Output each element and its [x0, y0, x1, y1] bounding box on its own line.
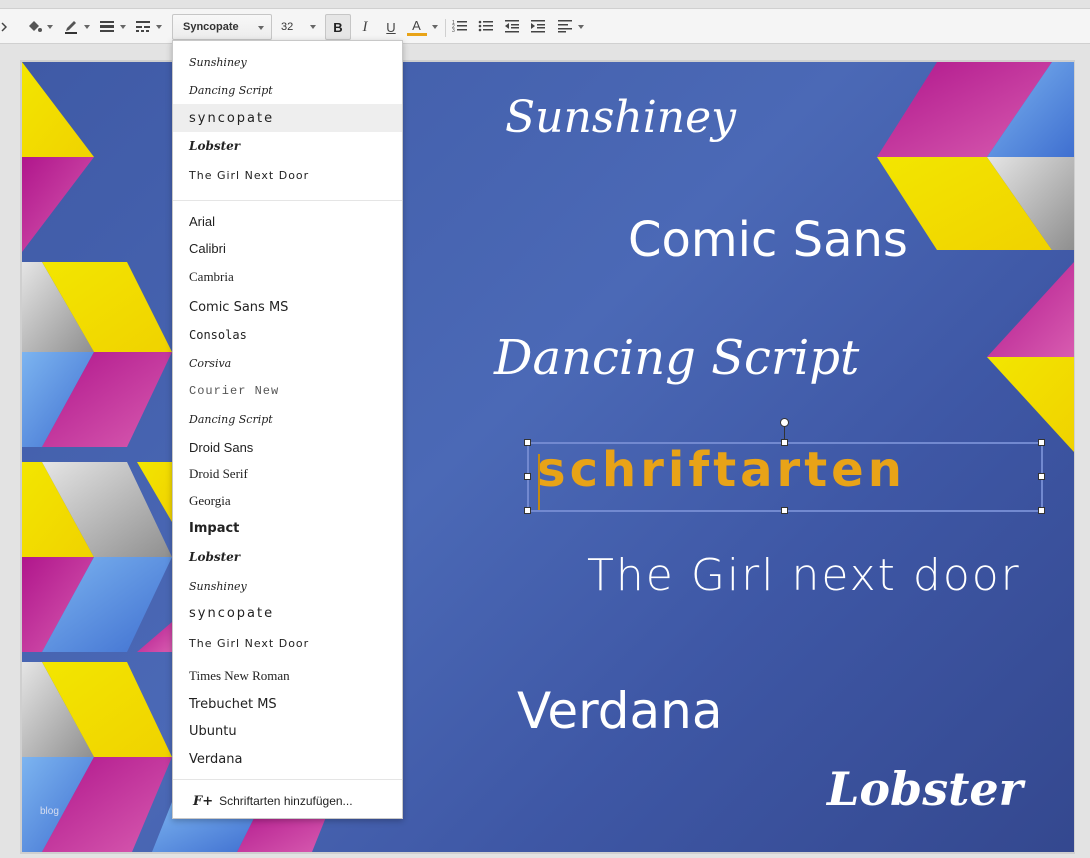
font-menu-item-corsiva[interactable]: Corsiva: [173, 349, 402, 377]
resize-handle-w[interactable]: [524, 473, 531, 480]
font-menu-item-lobster[interactable]: Lobster: [173, 132, 402, 160]
resize-handle-s[interactable]: [781, 507, 788, 514]
pen-icon: [63, 18, 79, 37]
font-menu-item-droid-serif[interactable]: Droid Serif: [173, 460, 402, 488]
font-menu-item-georgia[interactable]: Georgia: [173, 487, 402, 515]
font-menu-item-trebuchet-ms[interactable]: Trebuchet MS: [173, 690, 402, 718]
text-color-icon: A: [406, 19, 427, 36]
font-menu-item-ubuntu[interactable]: Ubuntu: [173, 717, 402, 745]
font-size-select[interactable]: 32: [276, 14, 321, 40]
font-menu-item-cambria[interactable]: Cambria: [173, 263, 402, 291]
line-weight-button[interactable]: [96, 15, 128, 39]
resize-handle-n[interactable]: [781, 439, 788, 446]
font-menu-item-girl-next-door[interactable]: The Girl Next Door: [173, 161, 402, 189]
line-dash-button[interactable]: [132, 15, 164, 39]
font-menu-item-verdana[interactable]: Verdana: [173, 745, 402, 773]
resize-handle-nw[interactable]: [524, 439, 531, 446]
font-menu-item-comic-sans-ms[interactable]: Comic Sans MS: [173, 293, 402, 321]
increase-indent-button[interactable]: [528, 15, 548, 39]
font-size-value: 32: [281, 21, 294, 33]
font-menu-item-impact[interactable]: Impact: [173, 514, 402, 542]
font-menu-item-arial[interactable]: Arial: [173, 207, 402, 235]
font-menu-item-calibri[interactable]: Calibri: [173, 234, 402, 262]
toolbar-divider: [445, 19, 446, 37]
add-font-icon: F+: [193, 793, 214, 809]
slide-text-comic-sans[interactable]: Comic Sans: [628, 212, 908, 268]
toolbar-overflow-icon[interactable]: [0, 15, 8, 39]
font-menu-item-dancing-script[interactable]: Dancing Script: [173, 76, 402, 104]
font-family-value: Syncopate: [183, 21, 239, 33]
resize-handle-se[interactable]: [1038, 507, 1045, 514]
line-weight-icon: [99, 19, 115, 36]
resize-handle-e[interactable]: [1038, 473, 1045, 480]
font-menu-item-girl-next-door-2[interactable]: The Girl Next Door: [173, 629, 402, 657]
font-menu-item-courier-new[interactable]: Courier New: [173, 377, 402, 405]
increase-indent-icon: [530, 19, 546, 36]
numbered-list-icon: 123: [452, 19, 468, 36]
font-menu-item-dancing-script-2[interactable]: Dancing Script: [173, 405, 402, 433]
svg-text:3: 3: [452, 28, 455, 33]
chevron-down-icon: [258, 26, 264, 30]
font-menu-item-consolas[interactable]: Consolas: [173, 321, 402, 349]
numbered-list-button[interactable]: 123: [450, 15, 470, 39]
font-family-menu: Sunshiney Dancing Script Syncopate Lobst…: [172, 40, 403, 819]
watermark-text: blog: [40, 806, 59, 817]
line-color-button[interactable]: [60, 15, 92, 39]
add-fonts-label: Schriftarten hinzufügen...: [219, 794, 353, 808]
font-menu-item-syncopate-2[interactable]: Syncopate: [173, 599, 402, 627]
font-menu-item-syncopate-selected[interactable]: Syncopate: [173, 104, 402, 132]
font-menu-item-sunshiney[interactable]: Sunshiney: [173, 48, 402, 76]
bulleted-list-button[interactable]: [476, 15, 496, 39]
underline-icon: U: [386, 19, 396, 35]
text-box-selection[interactable]: [527, 442, 1043, 512]
bold-icon: B: [333, 19, 343, 35]
text-color-button[interactable]: A: [404, 15, 440, 39]
font-menu-divider: [173, 779, 402, 780]
chevron-down-icon: [310, 25, 316, 29]
slide-text-sunshiney[interactable]: Sunshiney: [505, 92, 736, 143]
bold-button[interactable]: B: [325, 14, 351, 40]
italic-button[interactable]: I: [354, 15, 376, 39]
decrease-indent-button[interactable]: [502, 15, 522, 39]
font-menu-item-droid-sans[interactable]: Droid Sans: [173, 433, 402, 461]
resize-handle-sw[interactable]: [524, 507, 531, 514]
align-button[interactable]: [554, 15, 586, 39]
paint-bucket-icon: [26, 18, 42, 37]
italic-icon: I: [362, 18, 368, 35]
line-dash-icon: [135, 19, 151, 36]
slide-text-verdana[interactable]: Verdana: [517, 682, 722, 740]
slide-text-lobster[interactable]: Lobster: [827, 762, 1023, 816]
rotate-handle[interactable]: [780, 418, 789, 427]
align-left-icon: [557, 19, 573, 36]
font-menu-item-times-new-roman[interactable]: Times New Roman: [173, 662, 402, 690]
font-menu-divider: [173, 200, 402, 201]
font-menu-item-sunshiney-2[interactable]: Sunshiney: [173, 572, 402, 600]
text-cursor: [538, 454, 540, 510]
font-menu-item-lobster-2[interactable]: Lobster: [173, 543, 402, 571]
fill-color-button[interactable]: [22, 15, 56, 39]
slide-text-dancing-script[interactable]: Dancing Script: [494, 330, 859, 386]
decrease-indent-icon: [504, 19, 520, 36]
font-family-select[interactable]: Syncopate: [172, 14, 272, 40]
resize-handle-ne[interactable]: [1038, 439, 1045, 446]
underline-button[interactable]: U: [380, 15, 402, 39]
slide-text-girl-next-door[interactable]: The Girl next door: [587, 550, 1021, 601]
formatting-toolbar: Syncopate 32 B I U A 123: [0, 8, 1090, 44]
add-fonts-menu-item[interactable]: F+ Schriftarten hinzufügen...: [173, 787, 402, 815]
bulleted-list-icon: [478, 19, 494, 36]
